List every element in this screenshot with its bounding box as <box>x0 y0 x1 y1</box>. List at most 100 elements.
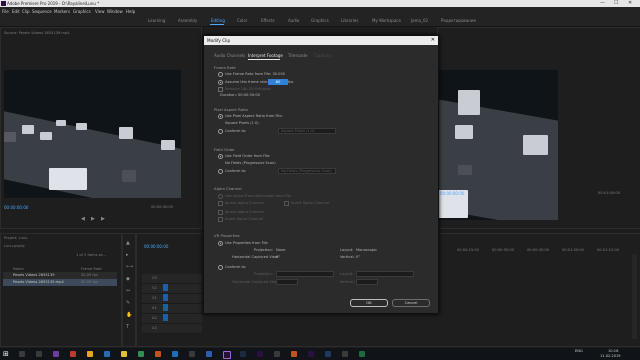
pen-tool-icon[interactable]: ✎ <box>126 300 130 306</box>
list-item[interactable]: Pexels Videos 2655139 30.00 fps <box>3 272 117 279</box>
slip-tool-icon[interactable]: ↔ <box>126 288 130 294</box>
menu-window[interactable]: Window <box>107 9 123 14</box>
track-select-icon[interactable]: ▸ <box>126 252 129 258</box>
menu-graphics[interactable]: Graphics <box>73 9 91 14</box>
dialog-close-icon[interactable]: ✕ <box>431 37 435 43</box>
clock-time[interactable]: 10:16 <box>608 349 618 353</box>
menu-sequence[interactable]: Sequence <box>32 9 52 14</box>
workspace-editing[interactable]: Editing <box>211 18 225 23</box>
task-view-icon[interactable] <box>36 351 42 357</box>
app-icon[interactable] <box>172 351 178 357</box>
premiere-icon[interactable] <box>223 351 231 359</box>
conform-field-order-radio[interactable] <box>218 169 223 174</box>
after-effects-icon[interactable] <box>257 351 263 357</box>
invert-alpha-checkbox-2[interactable] <box>218 217 223 222</box>
menu-edit[interactable]: Edit <box>12 9 20 14</box>
track-header[interactable]: A3 <box>142 324 202 334</box>
track-toggle[interactable] <box>163 294 168 301</box>
app-icon[interactable] <box>342 351 348 357</box>
use-vr-properties-radio[interactable] <box>218 241 223 246</box>
layout-select[interactable] <box>356 271 414 277</box>
ignore-alpha-checkbox[interactable] <box>218 201 223 206</box>
workspace-libraries[interactable]: Libraries <box>341 18 358 23</box>
workspace-learning[interactable]: Learning <box>148 18 165 23</box>
menu-markers[interactable]: Markers <box>54 9 70 14</box>
pixel-aspect-select[interactable]: Square Pixels (1.0) <box>278 128 336 134</box>
hand-tool-icon[interactable]: ✋ <box>126 312 132 318</box>
horizontal-view-field[interactable] <box>276 279 298 285</box>
close-button[interactable]: ✕ <box>628 0 632 6</box>
conform-vr-radio[interactable] <box>218 265 223 270</box>
workspace-color[interactable]: Color <box>237 18 247 23</box>
selection-tool-icon[interactable]: ▲ <box>126 240 130 246</box>
column-frame-rate[interactable]: Frame Rate <box>81 267 102 271</box>
minimize-button[interactable]: — <box>600 0 605 6</box>
workspace-audio[interactable]: Audio <box>288 18 299 23</box>
folder-icon[interactable] <box>121 351 127 357</box>
use-pixel-aspect-radio[interactable] <box>218 114 223 119</box>
source-timecode[interactable]: 00:00:00:00 <box>4 205 28 210</box>
list-item[interactable]: Pexels Videos 2655139.mp4 30.00 fps <box>3 279 117 286</box>
workspace-assembly[interactable]: Assembly <box>178 18 197 23</box>
step-back-icon[interactable]: ◀ <box>81 216 85 222</box>
timeline-timecode[interactable]: 00:00:00:00 <box>144 244 168 249</box>
type-tool-icon[interactable]: T <box>126 324 129 330</box>
play-icon[interactable]: ▶ <box>91 216 95 222</box>
track-header[interactable]: A1 <box>142 304 202 314</box>
maximize-button[interactable]: ☐ <box>614 0 618 6</box>
invert-alpha-checkbox[interactable] <box>284 201 289 206</box>
track-toggle[interactable] <box>163 314 168 321</box>
step-forward-icon[interactable]: ▶ <box>101 216 105 222</box>
tab-interpret-footage[interactable]: Interpret Footage <box>248 53 283 58</box>
workspace-my-workspace[interactable]: My Workspace <box>372 18 401 23</box>
alpha-premultiplied-radio[interactable] <box>218 194 223 199</box>
windows-start-icon[interactable]: ⊞ <box>3 350 9 358</box>
app-icon[interactable] <box>138 351 144 357</box>
ripple-edit-icon[interactable]: ⟷ <box>126 264 133 270</box>
track-toggle[interactable] <box>163 284 168 291</box>
use-frame-rate-radio[interactable] <box>218 72 223 77</box>
track-header[interactable]: A2 <box>142 314 202 324</box>
app-icon[interactable] <box>291 351 297 357</box>
language-indicator[interactable]: ENG <box>575 349 583 353</box>
menu-help[interactable]: Help <box>126 9 135 14</box>
app-icon[interactable] <box>240 351 246 357</box>
remove-pulldown-checkbox[interactable] <box>218 87 223 92</box>
tab-captions[interactable]: Captions <box>314 53 332 58</box>
cancel-button[interactable]: Cancel <box>392 299 430 307</box>
app-icon[interactable] <box>155 351 161 357</box>
app-icon[interactable] <box>359 351 365 357</box>
app-icon[interactable] <box>274 351 280 357</box>
app-icon[interactable] <box>104 351 110 357</box>
ok-button[interactable]: OK <box>350 299 388 307</box>
vertical-field[interactable] <box>356 279 378 285</box>
track-toggle[interactable] <box>163 304 168 311</box>
chrome-icon[interactable] <box>87 351 93 357</box>
razor-tool-icon[interactable]: ◆ <box>126 276 130 282</box>
menu-clip[interactable]: Clip <box>22 9 30 14</box>
tab-audio-channels[interactable]: Audio Channels <box>214 53 245 58</box>
column-name[interactable]: Name <box>13 267 24 271</box>
menu-file[interactable]: File <box>2 9 9 14</box>
search-icon[interactable] <box>19 351 25 357</box>
conform-pixel-aspect-radio[interactable] <box>218 129 223 134</box>
photoshop-icon[interactable] <box>206 351 212 357</box>
app-icon[interactable] <box>70 351 76 357</box>
menu-view[interactable]: View <box>95 9 105 14</box>
source-panel-title[interactable]: Source: Pexels Videos 2655139.mp4 <box>4 31 69 35</box>
workspace-jama[interactable]: Jama_02 <box>411 18 428 23</box>
track-header[interactable]: V1 <box>142 294 202 304</box>
tab-timecode[interactable]: Timecode <box>288 53 307 58</box>
field-order-select[interactable]: No Fields (Progressive Scan) <box>278 168 336 174</box>
workspace-graphics[interactable]: Graphics <box>311 18 329 23</box>
ignore-alpha-checkbox-2[interactable] <box>218 210 223 215</box>
workspace-editing-ru[interactable]: Редактирование <box>441 18 476 23</box>
track-header[interactable]: V3 <box>142 274 202 284</box>
use-field-order-radio[interactable] <box>218 154 223 159</box>
workspace-effects[interactable]: Effects <box>261 18 275 23</box>
app-icon[interactable] <box>53 351 59 357</box>
program-timecode[interactable]: 00:00:00:00 <box>440 191 464 196</box>
app-icon[interactable] <box>189 351 195 357</box>
assume-frame-rate-radio[interactable] <box>218 80 223 85</box>
project-panel-title[interactable]: Project: Lunu <box>4 236 27 240</box>
